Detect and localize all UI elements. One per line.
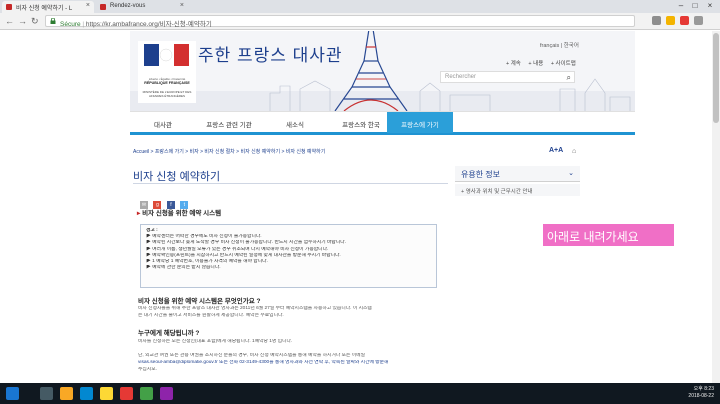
opera-icon[interactable] [120,387,133,400]
top-link-continue[interactable]: + 계속 [506,61,521,67]
secure-label: Sécure [60,21,81,28]
top-link-sitemap[interactable]: + 사이트맵 [551,61,576,67]
nav-item-go-to-france[interactable]: 프랑스에 가기 [387,112,453,133]
logo-ministry: MINISTÈRE DE L'EUROPE ET DES AFFAIRES ÉT… [142,90,192,98]
file-explorer-icon[interactable] [60,387,73,400]
paragraph-line: 비자를 신청하는 모든 신청인(대표 포함)에게 해당됩니다. 1예약당 1명 … [138,339,293,344]
close-window-icon[interactable]: × [703,1,717,10]
forward-icon[interactable]: → [18,16,27,26]
sidebar-title-text: 유용한 정보 [461,170,501,179]
tab-label: 비자 신청 예약하기 - L [16,6,73,12]
address-toolbar: ← → ↻ Sécure | https://kr.ambafrance.org… [0,13,720,30]
page-title: 비자 신청 예약하기 [133,166,448,184]
sidebar-link[interactable]: + 영사과 위치 및 근무시간 안내 [455,184,580,196]
menu-icon[interactable] [694,16,703,25]
question-heading: 누구에게 해당됩니까 ? [138,330,200,337]
paragraph-line: 주십시오. [138,367,157,372]
browser-tab-strip: 비자 신청 예약하기 - L × Rendez-vous × – □ × [0,0,720,13]
republic-logo[interactable]: Liberté • Égalité • Fraternité RÉPUBLIQU… [138,41,196,103]
os-taskbar: 오후 8:23 2018-08-22 [0,383,720,404]
start-icon[interactable] [6,387,19,400]
page-scrollbar[interactable] [712,31,720,383]
scroll-down-annotation: 아래로 내려가세요 [543,224,674,246]
site-favicon-icon [6,4,12,10]
site-header: Liberté • Égalité • Fraternité RÉPUBLIQU… [130,31,635,111]
clock-time: 오후 8:23 [693,386,714,392]
app-icon[interactable] [160,387,173,400]
opera-extension-icon[interactable] [680,16,689,25]
search-input[interactable]: Rechercher ⌕ [440,71,575,83]
breadcrumb[interactable]: Accueil > 프랑스에 가기 > 비자 > 비자 신청 절차 > 비자 신… [133,148,325,155]
top-link-content[interactable]: + 내용 [528,61,543,67]
scrollbar-thumb[interactable] [713,33,719,123]
site-favicon-icon [100,4,106,10]
language-switch[interactable]: français | 한국어 [540,41,579,49]
chevron-down-icon[interactable]: ⌄ [568,169,574,177]
nav-item-france-korea[interactable]: 프랑스와 한국 [328,112,394,133]
paragraph-line: 비자 신청자들을 위해 주한 프랑스 대사관 영사과는 2011년 6월 27일… [138,306,372,311]
back-icon[interactable]: ← [5,16,14,26]
section-heading: ▸ 비자 신청을 위한 예약 시스템 [137,207,221,217]
maximize-icon[interactable]: □ [688,1,702,10]
task-view-icon[interactable] [40,387,53,400]
font-size-control[interactable]: A+A [549,147,563,154]
nav-item-embassy[interactable]: 대사관 [130,112,196,133]
rss-icon[interactable]: ⌂ [572,148,576,155]
system-clock[interactable]: 오후 8:23 2018-08-22 [688,386,714,400]
section-heading-text: 비자 신청을 위한 예약 시스템 [142,210,222,217]
url-text: https://kr.ambafrance.org/비자-신청-예약하기 [85,21,212,28]
search-placeholder: Rechercher [445,74,477,80]
tab-rendez-vous[interactable]: Rendez-vous × [96,1,188,13]
translate-icon[interactable] [652,16,661,25]
clock-date: 2018-08-22 [688,393,714,399]
chrome-icon[interactable] [140,387,153,400]
question-heading: 비자 신청을 위한 예약 시스템은 무엇인가요 ? [138,298,261,305]
edge-icon[interactable] [80,387,93,400]
close-tab-icon[interactable]: × [86,2,90,9]
french-flag-logo-icon [144,44,189,66]
nav-item-french-institutions[interactable]: 프랑스 관련 기관 [196,112,262,133]
nav-item-news[interactable]: 새소식 [262,112,328,133]
paragraph-line[interactable]: visas.seoul-amba@diplomatie.gouv.fr 또는 전… [138,360,448,366]
logo-republic: RÉPUBLIQUE FRANÇAISE [144,81,190,85]
main-nav: 대사관 프랑스 관련 기관 새소식 프랑스와 한국 프랑스에 가기 [130,111,635,135]
lock-icon [50,18,56,24]
warning-box: 경고 : ▶ 예약센터는 어떠한 경우에도 비자 신청이 불가능합니다. ▶ 예… [140,224,437,288]
sidebar-title[interactable]: 유용한 정보 ⌄ [455,166,580,182]
site-title[interactable]: 주한 프랑스 대사관 [198,41,343,66]
kakaotalk-icon[interactable] [100,387,113,400]
paragraph-line: 단, 외교관 여권 또는 관용 여권을 소지하신 분들의 경우, 비자 신청 예… [138,353,365,358]
warning-line: ▶ 예약에 관한 문의는 받지 않습니다. [146,265,221,271]
tab-visa-booking[interactable]: 비자 신청 예약하기 - L × [2,1,94,13]
search-icon[interactable]: ⌕ [567,73,571,83]
bookmark-star-icon[interactable] [666,16,675,25]
minimize-icon[interactable]: – [674,1,688,10]
reload-icon[interactable]: ↻ [31,16,39,27]
paragraph-line: 은 대기 시간을 줄이고 서비스를 원활하게 제공합니다. 예약은 무료입니다. [138,313,284,318]
tab-label: Rendez-vous [110,3,146,9]
top-links: + 계속 + 내용 + 사이트맵 [500,59,576,67]
url-input[interactable]: Sécure | https://kr.ambafrance.org/비자-신청… [45,15,635,28]
close-tab-icon[interactable]: × [180,2,184,9]
